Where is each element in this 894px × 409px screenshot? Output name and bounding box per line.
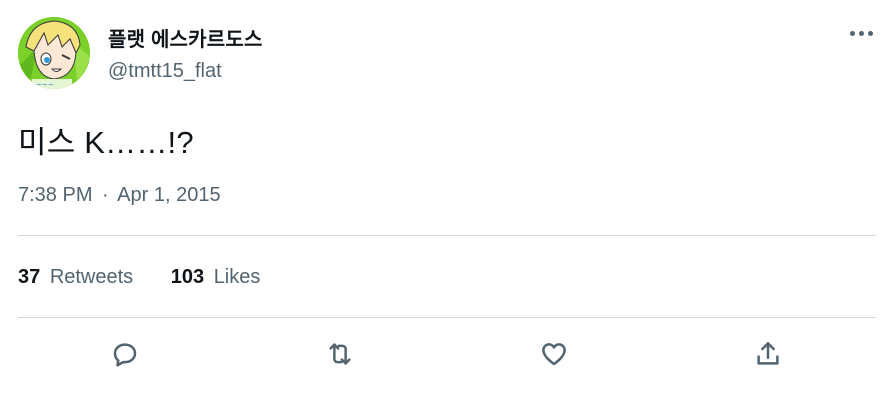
reply-icon bbox=[113, 343, 137, 367]
retweet-button[interactable] bbox=[322, 336, 358, 372]
like-icon bbox=[542, 343, 566, 366]
tweet-text: 미스 K……!? bbox=[18, 125, 194, 160]
author-display-name[interactable]: 플랫 에스카르도스 bbox=[108, 23, 263, 52]
retweets-stat[interactable]: 37 Retweets bbox=[18, 266, 133, 289]
reply-button[interactable] bbox=[107, 336, 143, 372]
likes-count: 103 bbox=[170, 266, 205, 288]
tweet-actions bbox=[0, 336, 894, 372]
retweets-count: 37 bbox=[18, 266, 41, 288]
share-button[interactable] bbox=[750, 336, 786, 372]
tweet-stats: 37 Retweets 103 Likes bbox=[18, 266, 292, 289]
tweet-timestamp[interactable]: 7:38 PM · Apr 1, 2015 bbox=[18, 184, 221, 207]
retweet-icon bbox=[329, 343, 351, 365]
svg-text:~~~: ~~~ bbox=[36, 81, 54, 89]
more-options-button[interactable] bbox=[845, 22, 877, 44]
retweets-label: Retweets bbox=[49, 266, 134, 288]
more-horizontal-icon bbox=[849, 30, 855, 36]
likes-label: Likes bbox=[213, 266, 261, 288]
avatar-image: ~~~ bbox=[18, 17, 90, 89]
divider bbox=[18, 235, 876, 236]
timestamp-separator: · bbox=[102, 184, 109, 206]
tweet-card: ~~~ 플랫 에스카르도스 @tmtt15_flat 미스 K……!? 7:38… bbox=[0, 0, 894, 409]
avatar[interactable]: ~~~ bbox=[18, 17, 90, 89]
author-handle[interactable]: @tmtt15_flat bbox=[108, 60, 222, 83]
divider bbox=[18, 317, 876, 318]
share-icon bbox=[757, 342, 779, 365]
tweet-date[interactable]: Apr 1, 2015 bbox=[117, 184, 220, 206]
like-button[interactable] bbox=[536, 336, 572, 372]
likes-stat[interactable]: 103 Likes bbox=[171, 266, 261, 289]
tweet-time[interactable]: 7:38 PM bbox=[18, 184, 92, 206]
